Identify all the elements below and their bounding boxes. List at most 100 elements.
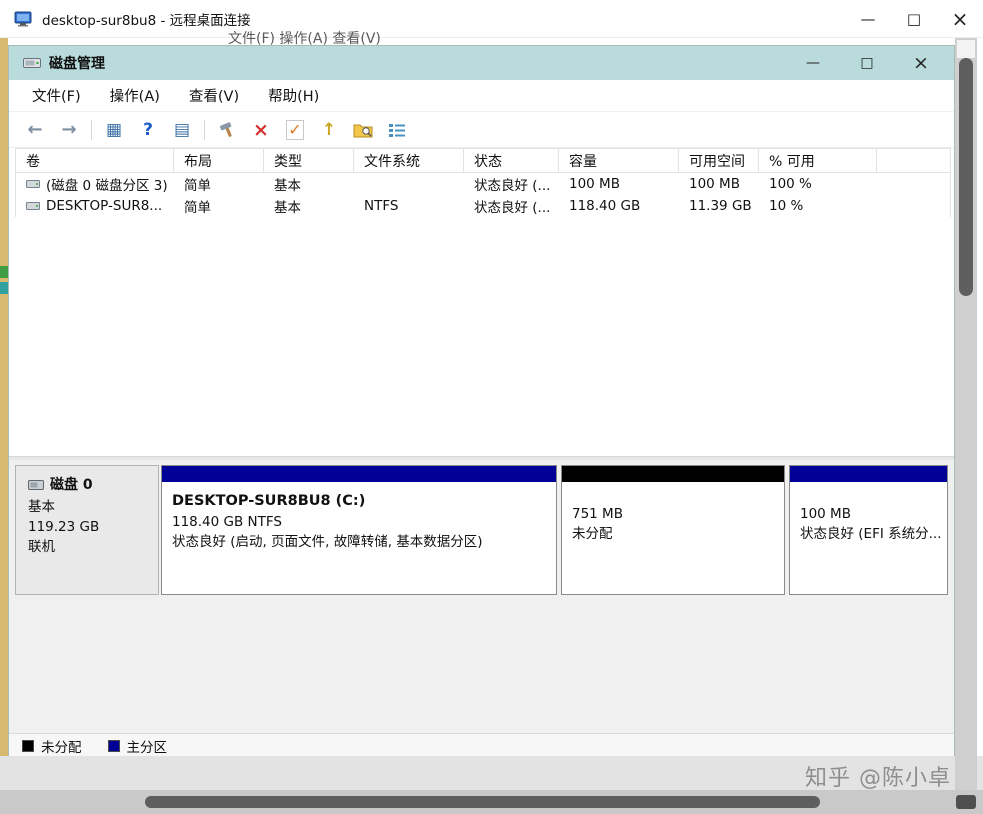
folder-search-icon[interactable]: [351, 118, 375, 142]
rdp-title: desktop-sur8bu8 - 远程桌面连接: [42, 9, 251, 29]
legend-swatch-primary: [108, 740, 120, 752]
cell-free-space: 100 MB: [679, 176, 759, 192]
partition-c[interactable]: DESKTOP-SUR8BU8 (C:) 118.40 GB NTFS 状态良好…: [161, 465, 557, 595]
partition-color-bar: [162, 466, 556, 482]
task-list-icon[interactable]: [385, 118, 409, 142]
tool-hammer-icon[interactable]: [215, 118, 239, 142]
mark-active-icon[interactable]: ✓: [283, 118, 307, 142]
cell-filesystem: NTFS: [354, 198, 464, 214]
volume-list-header: 卷 布局 类型 文件系统 状态 容量 可用空间 % 可用: [16, 148, 950, 173]
minimize-button[interactable]: —: [786, 46, 840, 80]
maximize-button[interactable]: □: [840, 46, 894, 80]
resize-grip[interactable]: [956, 795, 976, 809]
rdp-minimize-button[interactable]: —: [845, 0, 891, 38]
menu-action[interactable]: 操作(A): [106, 83, 164, 108]
disk-management-icon: [23, 56, 41, 70]
disk-icon: [28, 479, 44, 491]
horizontal-scrollbar[interactable]: [0, 790, 983, 814]
cell-volume: (磁盘 0 磁盘分区 3): [16, 174, 174, 194]
cell-type: 基本: [264, 196, 354, 216]
partition-status: 状态良好 (EFI 系统分...: [800, 524, 941, 544]
desktop-chip: [0, 266, 8, 278]
cell-capacity: 118.40 GB: [559, 198, 679, 214]
cell-capacity: 100 MB: [559, 176, 679, 192]
cell-type: 基本: [264, 174, 354, 194]
table-row[interactable]: (磁盘 0 磁盘分区 3) 简单 基本 状态良好 (... 100 MB 100…: [16, 173, 950, 195]
window-controls: — □ ×: [786, 46, 948, 80]
toolbar-separator: [204, 120, 205, 140]
volume-icon: [26, 178, 40, 190]
partition-color-bar: [562, 466, 784, 482]
cell-percent-free: 10 %: [759, 198, 877, 214]
details-view-icon[interactable]: ▤: [170, 118, 194, 142]
back-icon[interactable]: ←: [23, 118, 47, 142]
toolbar-separator: [91, 120, 92, 140]
partition-color-bar: [790, 466, 947, 482]
cell-free-space: 11.39 GB: [679, 198, 759, 214]
partition-label: DESKTOP-SUR8BU8 (C:): [172, 491, 550, 511]
disk-name: 磁盘 0: [50, 475, 93, 495]
legend-bar: 未分配 主分区: [9, 733, 954, 757]
move-up-icon[interactable]: ↑: [317, 118, 341, 142]
disk0-panel[interactable]: 磁盘 0 基本 119.23 GB 联机: [15, 465, 159, 595]
close-button[interactable]: ×: [894, 46, 948, 80]
partition-unallocated[interactable]: 751 MB 未分配: [561, 465, 785, 595]
check-document-icon: ✓: [286, 120, 304, 140]
header-filler: [877, 149, 950, 172]
partition-strip: DESKTOP-SUR8BU8 (C:) 118.40 GB NTFS 状态良好…: [161, 465, 948, 595]
menu-file[interactable]: 文件(F): [28, 83, 85, 108]
desktop-chip: [0, 282, 8, 294]
toolbar: ← → ▦ ? ▤ × ✓ ↑: [9, 112, 954, 148]
header-capacity[interactable]: 容量: [559, 149, 679, 172]
rdp-maximize-button[interactable]: □: [891, 0, 937, 38]
help-icon[interactable]: ?: [136, 118, 160, 142]
rdp-titlebar: desktop-sur8bu8 - 远程桌面连接 — □ ×: [0, 0, 983, 38]
scroll-up-button[interactable]: [957, 40, 975, 58]
partition-size: 100 MB: [800, 504, 941, 524]
disk-size: 119.23 GB: [28, 517, 158, 537]
rdp-window-controls: — □ ×: [845, 0, 983, 38]
rdp-close-button[interactable]: ×: [937, 0, 983, 38]
header-free-space[interactable]: 可用空间: [679, 149, 759, 172]
forward-icon[interactable]: →: [57, 118, 81, 142]
partition-status: 状态良好 (启动, 页面文件, 故障转储, 基本数据分区): [172, 532, 550, 552]
partition-efi[interactable]: 100 MB 状态良好 (EFI 系统分...: [789, 465, 948, 595]
cell-percent-free: 100 %: [759, 176, 877, 192]
horizontal-scrollbar-thumb[interactable]: [145, 796, 820, 808]
partition-status: 未分配: [572, 524, 778, 544]
cell-layout: 简单: [174, 174, 264, 194]
vertical-scrollbar[interactable]: [955, 38, 977, 790]
header-volume[interactable]: 卷: [16, 149, 174, 172]
header-layout[interactable]: 布局: [174, 149, 264, 172]
disk-status: 联机: [28, 537, 158, 557]
header-status[interactable]: 状态: [464, 149, 559, 172]
outer-bottom-strip: 知乎 @陈小卓: [0, 756, 983, 790]
legend-label: 主分区: [127, 736, 168, 756]
watermark: 知乎 @陈小卓: [805, 760, 951, 792]
volume-icon: [26, 200, 40, 212]
partition-size: 751 MB: [572, 504, 778, 524]
legend-label: 未分配: [41, 736, 82, 756]
cell-status: 状态良好 (...: [464, 174, 559, 194]
partition-size: 118.40 GB NTFS: [172, 512, 550, 532]
header-type[interactable]: 类型: [264, 149, 354, 172]
background-window-menu-fragment: 文件(F) 操作(A) 查看(V): [228, 28, 428, 45]
header-filesystem[interactable]: 文件系统: [354, 149, 464, 172]
legend-primary-partition: 主分区: [108, 736, 168, 756]
delete-volume-icon[interactable]: ×: [249, 118, 273, 142]
table-row[interactable]: DESKTOP-SUR8... 简单 基本 NTFS 状态良好 (... 118…: [16, 195, 950, 217]
cell-volume: DESKTOP-SUR8...: [16, 198, 174, 214]
window-title: 磁盘管理: [49, 53, 105, 73]
disk-management-titlebar: 磁盘管理 — □ ×: [9, 46, 954, 80]
graphical-view-pane: 磁盘 0 基本 119.23 GB 联机 DESKTOP-SUR8BU8 (C:…: [9, 460, 954, 733]
cell-layout: 简单: [174, 196, 264, 216]
cell-status: 状态良好 (...: [464, 196, 559, 216]
legend-swatch-unallocated: [22, 740, 34, 752]
desktop-background-strip: [0, 38, 8, 790]
console-tree-icon[interactable]: ▦: [102, 118, 126, 142]
legend-unallocated: 未分配: [22, 736, 82, 756]
menu-help[interactable]: 帮助(H): [264, 83, 323, 108]
menu-view[interactable]: 查看(V): [185, 83, 243, 108]
vertical-scrollbar-thumb[interactable]: [959, 58, 973, 296]
header-percent-free[interactable]: % 可用: [759, 149, 877, 172]
